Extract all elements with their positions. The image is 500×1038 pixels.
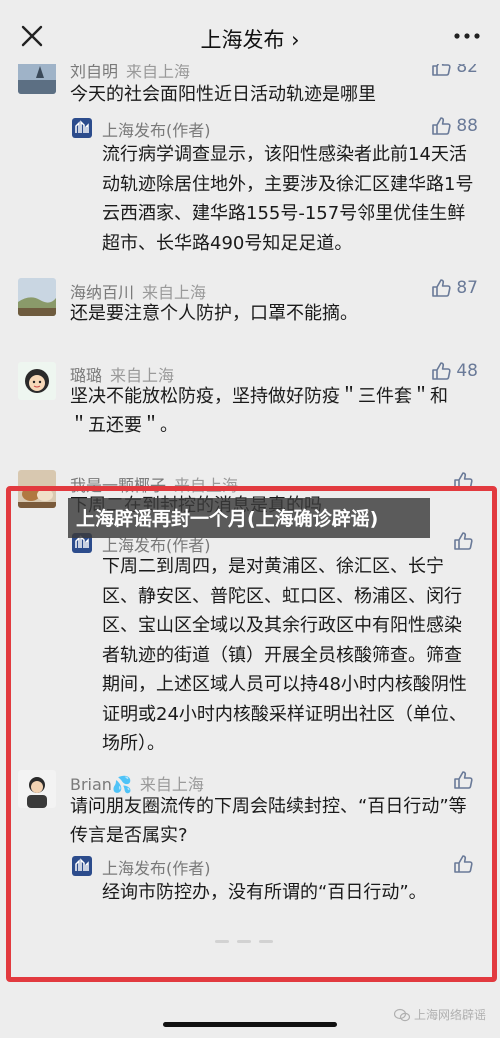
thumbs-up-icon bbox=[432, 279, 451, 297]
avatar[interactable] bbox=[18, 770, 56, 808]
like-button[interactable] bbox=[452, 769, 478, 791]
shanghai-release-logo-icon bbox=[72, 118, 92, 138]
avatar[interactable] bbox=[18, 470, 56, 508]
like-button[interactable]: 87 bbox=[430, 277, 478, 299]
shanghai-release-logo-icon bbox=[72, 856, 92, 876]
like-button[interactable]: 48 bbox=[430, 360, 478, 382]
thumbs-up-icon bbox=[432, 362, 451, 380]
caption-text: 上海辟谣再封一个月(上海确诊辟谣) bbox=[76, 508, 379, 530]
page-title[interactable]: 上海发布 › bbox=[0, 24, 500, 54]
like-button[interactable] bbox=[452, 530, 478, 552]
avatar[interactable] bbox=[18, 362, 56, 400]
comment-text: 今天的社会面阳性近日活动轨迹是哪里 bbox=[70, 84, 376, 105]
thumbs-up-icon bbox=[454, 855, 473, 873]
comment-text: 还是要注意个人防护，口罩不能摘。 bbox=[70, 303, 358, 324]
more-dots-icon[interactable] bbox=[452, 26, 482, 46]
thumbs-up-icon bbox=[454, 532, 473, 550]
reply-text: 经询市防控办，没有所谓的“百日行动”。 bbox=[102, 882, 427, 903]
comment-text: 坚决不能放松防疫，坚持做好防疫＂三件套＂和＂五还要＂。 bbox=[70, 386, 448, 436]
avatar[interactable] bbox=[18, 278, 56, 316]
reply-author[interactable]: 上海发布(作者) bbox=[102, 855, 211, 879]
like-button[interactable] bbox=[452, 853, 478, 875]
thumbs-up-icon bbox=[454, 472, 473, 490]
wechat-icon bbox=[393, 1008, 410, 1021]
comment-feed[interactable]: 刘自明 来自上海 82 今天的社会面阳性近日活动轨迹是哪里 上海发布(作者) 88… bbox=[0, 44, 500, 1038]
page-indicator bbox=[215, 940, 273, 943]
reply-text: 下周二到周四，是对黄浦区、徐汇区、长宁区、静安区、普陀区、虹口区、杨浦区、闵行区… bbox=[102, 556, 467, 754]
watermark: 上海网络辟谣 bbox=[393, 1006, 486, 1023]
like-button[interactable]: 88 bbox=[430, 115, 478, 137]
caption-overlay: 上海辟谣再封一个月(上海确诊辟谣) bbox=[68, 498, 430, 538]
home-indicator[interactable] bbox=[163, 1022, 337, 1027]
thumbs-up-icon bbox=[454, 771, 473, 789]
like-button[interactable] bbox=[452, 470, 478, 492]
reply-author[interactable]: 上海发布(作者) bbox=[102, 117, 211, 141]
thumbs-up-icon bbox=[432, 117, 451, 135]
top-bar: 上海发布 › bbox=[0, 0, 500, 64]
comment-text: 请问朋友圈流传的下周会陆续封控、“百日行动”等传言是否属实? bbox=[70, 796, 467, 846]
reply-text: 流行病学调查显示，该阳性感染者此前14天活动轨迹除居住地外，主要涉及徐汇区建华路… bbox=[102, 144, 474, 254]
comment-source: 来自上海 bbox=[126, 62, 191, 81]
